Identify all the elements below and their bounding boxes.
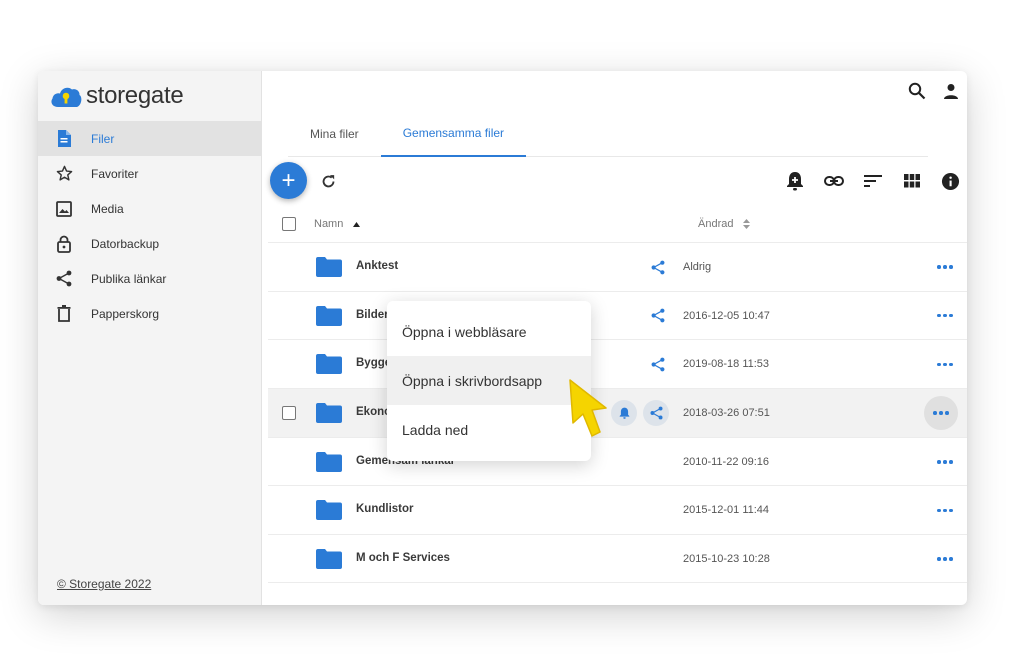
sidebar-item-papperskorg[interactable]: Papperskorg <box>38 296 262 331</box>
sidebar-item-label: Filer <box>91 131 115 146</box>
sidebar-item-label: Publika länkar <box>91 271 167 286</box>
modified-date: 2015-10-23 10:28 <box>683 553 770 566</box>
modified-date: 2019-08-18 11:53 <box>683 358 770 371</box>
more-dots-icon <box>937 313 953 318</box>
sidebar-item-media[interactable]: Media <box>38 191 262 226</box>
more-options-button[interactable] <box>928 450 962 474</box>
more-dots-icon <box>937 460 953 464</box>
column-name[interactable]: Namn <box>314 218 361 230</box>
user-icon[interactable] <box>941 81 961 101</box>
tab-gemensamma-filer[interactable]: Gemensamma filer <box>380 111 527 157</box>
sort-toggle-icon <box>743 219 751 229</box>
search-icon[interactable] <box>907 81 927 101</box>
file-icon <box>55 130 73 148</box>
column-date[interactable]: Ändrad <box>698 218 751 230</box>
share-icon[interactable] <box>648 257 668 277</box>
table-row[interactable]: Kundlistor 2015-12-01 11:44 <box>268 485 967 534</box>
table-row[interactable]: Anktest Aldrig <box>268 242 967 291</box>
sidebar-item-label: Favoriter <box>91 166 139 181</box>
more-dots-icon <box>937 508 953 513</box>
toolbar-actions <box>784 171 961 191</box>
trash-icon <box>55 305 73 323</box>
folder-icon <box>316 549 342 570</box>
star-icon <box>55 165 73 183</box>
storegate-logo[interactable]: storegate <box>50 81 184 111</box>
tab-mina-filer[interactable]: Mina filer <box>288 111 381 157</box>
sidebar-item-label: Media <box>91 201 124 216</box>
more-options-button[interactable] <box>928 304 962 328</box>
modified-date: 2018-03-26 07:51 <box>683 407 770 420</box>
more-options-button[interactable] <box>928 352 962 376</box>
folder-icon <box>316 354 342 375</box>
menu-item-download[interactable]: Ladda ned <box>387 405 591 454</box>
logo-text: storegate <box>86 82 184 109</box>
cloud-logo-icon <box>51 87 82 107</box>
share-icon[interactable] <box>648 354 668 374</box>
context-menu: Öppna i webbläsare Öppna i skrivbordsapp… <box>387 301 591 461</box>
folder-icon <box>316 451 342 472</box>
more-dots-icon <box>937 362 953 367</box>
share-icon <box>55 270 73 288</box>
more-dots-icon <box>937 557 953 561</box>
more-options-button[interactable] <box>928 498 962 522</box>
more-dots-icon <box>937 265 953 269</box>
modified-date: Aldrig <box>683 261 712 273</box>
table-row[interactable]: Bilder 2016-12-05 10:47 <box>268 290 967 340</box>
folder-icon <box>316 305 342 326</box>
pointer-cursor-icon <box>569 379 607 437</box>
more-options-button[interactable] <box>928 547 962 571</box>
select-all-checkbox[interactable] <box>282 217 296 231</box>
folder-icon <box>316 257 342 277</box>
menu-item-open-in-browser[interactable]: Öppna i webbläsare <box>387 307 591 356</box>
lock-icon <box>55 235 73 253</box>
link-icon[interactable] <box>823 171 844 191</box>
info-icon[interactable] <box>940 171 961 191</box>
sidebar-item-filer[interactable]: Filer <box>38 121 262 156</box>
file-list: Anktest Aldrig Bilder 2016-12-05 10:47 B… <box>268 242 967 583</box>
folder-icon <box>316 500 342 521</box>
sidebar-item-datorbackup[interactable]: Datorbackup <box>38 226 262 261</box>
modified-date: 2010-11-22 09:16 <box>683 455 770 468</box>
table-row[interactable]: Gemensam länkar 2010-11-22 09:16 <box>268 436 967 486</box>
sidebar-item-label: Datorbackup <box>91 236 160 251</box>
folder-icon <box>316 403 342 424</box>
share-icon[interactable] <box>643 400 669 427</box>
sidebar-item-favoriter[interactable]: Favoriter <box>38 156 262 191</box>
sidebar: storegate Filer Favoriter Media Datorbac… <box>38 71 262 605</box>
more-dots-icon <box>933 411 949 415</box>
file-name[interactable]: Anktest <box>356 260 398 272</box>
grid-view-icon[interactable] <box>901 171 922 191</box>
add-notification-icon[interactable] <box>784 171 805 191</box>
more-options-button[interactable] <box>924 396 958 431</box>
share-icon[interactable] <box>648 306 668 326</box>
table-row[interactable]: Ekonomi 2018-03-26 07:51 <box>268 388 967 437</box>
file-name[interactable]: Bilder <box>356 309 389 321</box>
image-icon <box>55 200 73 218</box>
file-name[interactable]: M och F Services <box>356 552 450 564</box>
notification-bell-icon[interactable] <box>611 400 637 427</box>
sidebar-nav: Filer Favoriter Media Datorbackup Publik… <box>38 121 262 331</box>
more-options-button[interactable] <box>928 255 962 279</box>
file-name[interactable]: Kundlistor <box>356 503 414 515</box>
row-checkbox[interactable] <box>282 406 296 421</box>
list-header: Namn Ändrad <box>268 206 967 242</box>
sidebar-item-publika-lankar[interactable]: Publika länkar <box>38 261 262 296</box>
sort-ascending-icon <box>353 221 361 227</box>
modified-date: 2016-12-05 10:47 <box>683 309 770 322</box>
table-row[interactable]: M och F Services 2015-10-23 10:28 <box>268 534 967 583</box>
top-bar-icons <box>907 81 961 101</box>
column-date-label: Ändrad <box>698 218 734 230</box>
tab-bar: Mina filer Gemensamma filer <box>288 111 928 157</box>
column-name-label: Namn <box>314 218 344 230</box>
add-button[interactable]: + <box>270 162 307 199</box>
sort-icon[interactable] <box>862 171 883 191</box>
copyright-link[interactable]: © Storegate 2022 <box>57 577 151 591</box>
main-content: Mina filer Gemensamma filer + Namn Ändra… <box>263 71 967 605</box>
refresh-icon[interactable] <box>318 171 338 191</box>
file-name[interactable]: Bygge <box>356 357 391 369</box>
menu-item-open-in-desktop-app[interactable]: Öppna i skrivbordsapp <box>387 356 591 405</box>
sidebar-item-label: Papperskorg <box>91 306 160 321</box>
table-row[interactable]: Bygge 2019-08-18 11:53 <box>268 339 967 388</box>
modified-date: 2015-12-01 11:44 <box>683 504 770 517</box>
